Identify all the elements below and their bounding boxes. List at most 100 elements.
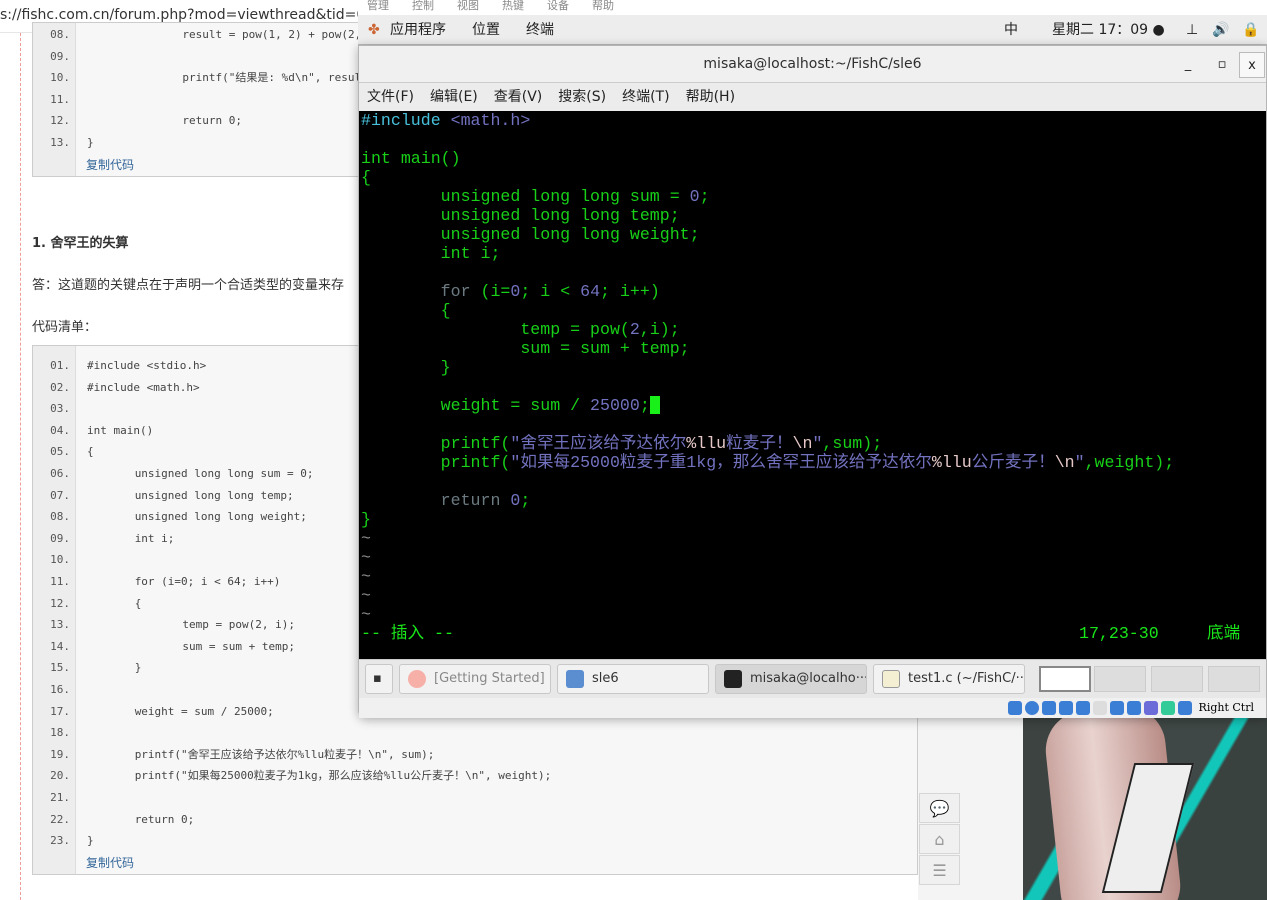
capture-icon[interactable]	[1127, 701, 1142, 715]
places-menu[interactable]: 位置	[472, 15, 500, 45]
comment-button[interactable]: 💬	[919, 793, 960, 823]
clock[interactable]: 星期二 17：09 ●	[1052, 15, 1165, 45]
url-text: s://fishc.com.cn/forum.php?mod=viewthrea…	[0, 7, 360, 23]
code-line: 14. sum = sum + temp;	[33, 636, 295, 658]
code-token: ~	[361, 548, 371, 567]
hdd-icon[interactable]	[1008, 701, 1023, 715]
terminal-line: {	[361, 168, 371, 187]
line-text: }	[87, 136, 94, 149]
line-number: 16.	[50, 683, 70, 696]
line-number: 12.	[50, 114, 70, 128]
mouse-integration-icon[interactable]	[1178, 701, 1193, 715]
vm-menu-item[interactable]: 控制	[412, 0, 434, 12]
minimize-button[interactable]: _	[1175, 52, 1201, 78]
maximize-button[interactable]: ▫	[1209, 52, 1235, 78]
text-editor-icon	[882, 670, 900, 688]
terminal-menu-item[interactable]: 搜索(S)	[558, 89, 606, 105]
host-key-label: Right Ctrl	[1198, 701, 1254, 714]
code-token: "如果每25000粒麦子重1kg，那么舍罕王应该给予达依尔	[510, 453, 932, 472]
network-icon[interactable]: ⊥	[1186, 15, 1198, 45]
file-cabinet-icon	[566, 670, 584, 688]
line-number: 18.	[50, 726, 70, 740]
workspace-1[interactable]	[1039, 666, 1091, 692]
vm-menu-item[interactable]: 热键	[502, 0, 524, 12]
code-token: 0	[510, 491, 521, 510]
code-token: \n	[1054, 453, 1075, 472]
terminal-line: ~	[361, 529, 371, 548]
code-token: %llu	[931, 453, 972, 472]
show-desktop-button[interactable]: ▪	[365, 664, 393, 694]
line-text: printf("结果是: %d\n", result);	[87, 71, 381, 85]
code-token: 粒麦子！	[726, 434, 793, 453]
workspace-3[interactable]	[1151, 666, 1203, 692]
vim-editor[interactable]: #include <math.h> int main(){ unsigned lo…	[359, 111, 1266, 659]
code-token: "	[812, 434, 823, 453]
line-number: 05.	[50, 445, 70, 459]
taskbar-item-sle6[interactable]: sle6	[557, 664, 709, 694]
taskbar-item-terminal[interactable]: misaka@localho···	[715, 664, 867, 694]
optical-drive-icon[interactable]	[1025, 701, 1040, 715]
copy-code-link[interactable]: 复制代码	[86, 156, 134, 173]
line-text: }	[87, 661, 142, 675]
terminal-line: printf("舍罕王应该给予达依尔%llu粒麦子！\n",sum);	[361, 434, 882, 453]
workspace-4[interactable]	[1208, 666, 1260, 692]
code-token: main()	[400, 149, 461, 168]
answer-text: 答：这道题的关键点在于声明一个合适类型的变量来存	[32, 278, 345, 293]
input-method-indicator[interactable]: 中	[1004, 15, 1018, 45]
vm-menu-item[interactable]: 管理	[367, 0, 389, 12]
code-line: 05. {	[33, 441, 94, 463]
vm-menu-item[interactable]: 设备	[547, 0, 569, 12]
top-icon: ⌂	[934, 829, 945, 849]
vt-x-icon[interactable]	[1144, 701, 1159, 715]
usb-icon[interactable]	[1076, 701, 1091, 715]
line-number: 14.	[50, 639, 70, 653]
workspace-2[interactable]	[1094, 666, 1146, 692]
terminal-app-menu[interactable]: 终端	[526, 15, 554, 45]
code-token: 0	[689, 187, 700, 206]
terminal-menu-item[interactable]: 编辑(E)	[430, 89, 478, 105]
lock-icon[interactable]: 🔒	[1242, 15, 1259, 45]
display-icon[interactable]	[1110, 701, 1125, 715]
guest-additions-icon[interactable]	[1161, 701, 1176, 715]
close-button[interactable]: x	[1239, 52, 1265, 78]
terminal-window: misaka@localhost:~/FishC/sle6 _ ▫ x 文件(F…	[358, 45, 1267, 718]
line-text: printf("如果每25000粒麦子为1kg，那么应该给%llu公斤麦子！\n…	[87, 769, 552, 783]
window-titlebar[interactable]: misaka@localhost:~/FishC/sle6 _ ▫ x	[359, 46, 1266, 83]
line-text: unsigned long long temp;	[87, 488, 294, 502]
code-token: <math.h>	[450, 111, 531, 130]
audio-icon[interactable]	[1042, 701, 1057, 715]
taskbar-item-test1[interactable]: test1.c (~/FishC/···	[873, 664, 1025, 694]
code-token: ,sum);	[822, 434, 883, 453]
vm-menu-item[interactable]: 视图	[457, 0, 479, 12]
task-label: sle6	[592, 671, 619, 686]
task-label: misaka@localho···	[750, 671, 867, 686]
back-to-top-button[interactable]: ⌂	[919, 824, 960, 854]
window-title: misaka@localhost:~/FishC/sle6	[703, 56, 922, 72]
terminal-menu-item[interactable]: 查看(V)	[494, 89, 543, 105]
anime-artwork-image	[1023, 718, 1267, 900]
shared-folder-icon[interactable]	[1093, 701, 1108, 715]
line-number: 21.	[50, 791, 70, 804]
terminal-menu-item[interactable]: 帮助(H)	[686, 89, 735, 105]
list-button[interactable]: ☰	[919, 855, 960, 885]
network-adapter-icon[interactable]	[1059, 701, 1074, 715]
code-line: 06. unsigned long long sum = 0;	[33, 463, 313, 485]
vm-menu-item[interactable]: 帮助	[592, 0, 614, 12]
terminal-menu-item[interactable]: 文件(F)	[367, 89, 414, 105]
terminal-menu-item[interactable]: 终端(T)	[622, 89, 669, 105]
line-number: 04.	[50, 423, 70, 437]
taskbar-item-getting-started[interactable]: [Getting Started]	[399, 664, 551, 694]
text-cursor	[649, 396, 660, 414]
code-token: 2	[629, 320, 640, 339]
applications-menu[interactable]: 应用程序	[390, 15, 446, 45]
line-number: 07.	[50, 488, 70, 502]
code-token: "	[1074, 453, 1085, 472]
volume-icon[interactable]: 🔊	[1212, 15, 1229, 45]
copy-code-link[interactable]: 复制代码	[86, 854, 134, 871]
code-line: 13. temp = pow(2, i);	[33, 614, 295, 636]
code-token: for	[361, 282, 481, 301]
list-icon: ☰	[932, 860, 947, 880]
code-line: 21.	[33, 787, 70, 809]
terminal-line: printf("如果每25000粒麦子重1kg，那么舍罕王应该给予达依尔%llu…	[361, 453, 1175, 472]
code-token: #include	[361, 111, 451, 130]
